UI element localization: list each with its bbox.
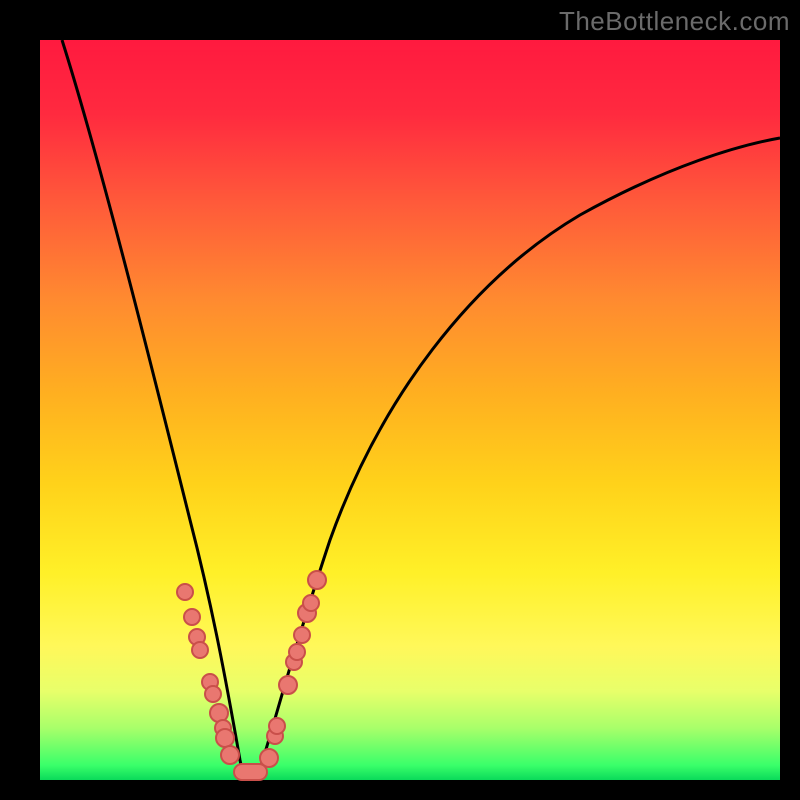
marker-dot	[294, 627, 310, 643]
marker-dot	[184, 609, 200, 625]
curve-left-branch	[62, 40, 243, 775]
marker-dot	[192, 642, 208, 658]
marker-dot	[279, 676, 297, 694]
watermark-text: TheBottleneck.com	[559, 6, 790, 37]
plot-area	[40, 40, 780, 780]
chart-frame: TheBottleneck.com	[0, 0, 800, 800]
marker-dot	[221, 746, 239, 764]
curve-right-branch	[258, 138, 780, 775]
marker-dot	[177, 584, 193, 600]
marker-dot	[289, 644, 305, 660]
marker-dot	[205, 686, 221, 702]
marker-dot	[303, 595, 319, 611]
marker-dot	[308, 571, 326, 589]
marker-dot	[216, 729, 234, 747]
bottom-bump	[234, 764, 267, 780]
curve-layer	[40, 40, 780, 780]
marker-dot	[269, 718, 285, 734]
